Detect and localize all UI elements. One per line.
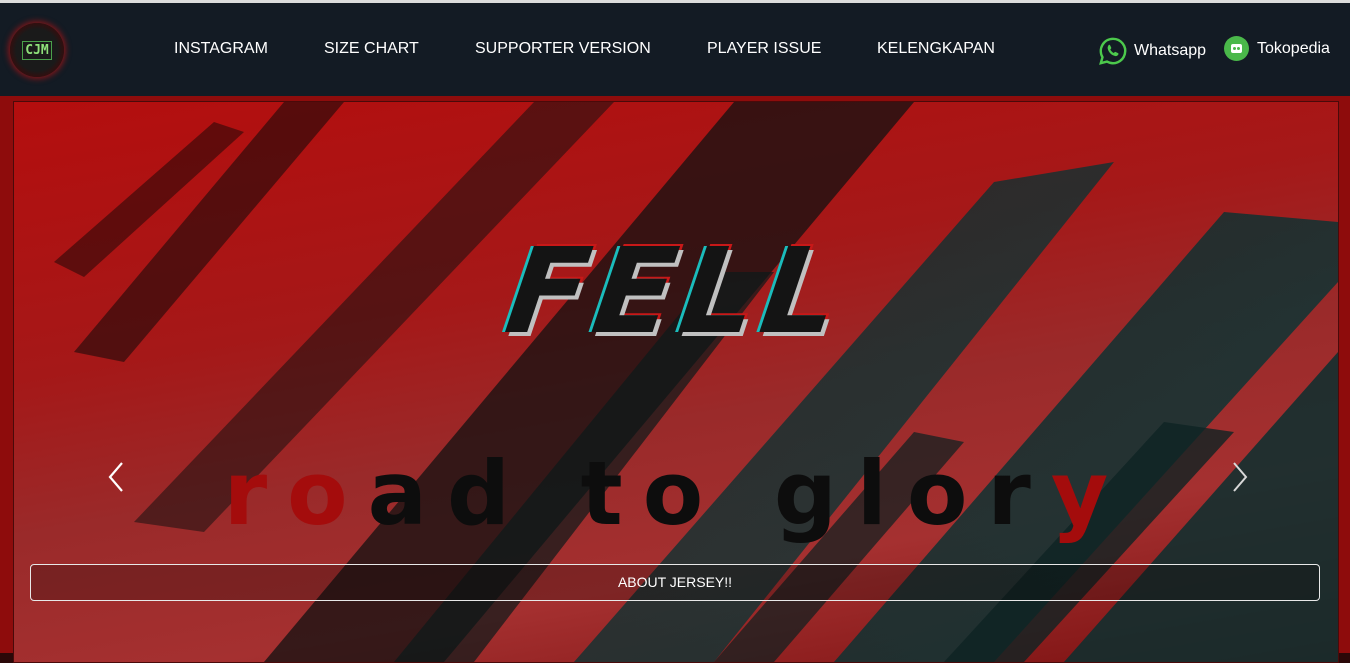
hero-subtitle: road to glory: [14, 442, 1338, 545]
tokopedia-link[interactable]: Tokopedia: [1224, 36, 1330, 61]
hero-subtitle-part-2: ad to glor: [367, 442, 1051, 545]
brand-logo[interactable]: CJM: [10, 23, 64, 77]
chevron-right-icon[interactable]: [1224, 457, 1254, 497]
nav-link-instagram[interactable]: INSTAGRAM: [174, 40, 268, 58]
hero-section: FELL road to glory ABOUT JERSEY!!: [0, 96, 1350, 663]
whatsapp-label: Whatsapp: [1134, 42, 1207, 59]
whatsapp-link[interactable]: Whatsapp: [1098, 36, 1206, 66]
nav-link-size-chart[interactable]: SIZE CHART: [324, 40, 419, 58]
hero-subtitle-part-1: ro: [223, 442, 368, 545]
chevron-left-icon[interactable]: [102, 457, 132, 497]
hero-carousel: FELL road to glory ABOUT JERSEY!!: [13, 101, 1339, 663]
nav-link-supporter-version[interactable]: SUPPORTER VERSION: [475, 40, 651, 58]
hero-title: FELL: [498, 222, 854, 360]
whatsapp-icon: [1099, 37, 1127, 65]
tokopedia-label: Tokopedia: [1257, 39, 1330, 57]
tokopedia-icon: [1224, 36, 1249, 61]
about-jersey-button[interactable]: ABOUT JERSEY!!: [30, 564, 1320, 601]
brand-logo-text: CJM: [22, 40, 52, 60]
hero-subtitle-part-3: y: [1050, 442, 1129, 545]
navbar: CJM INSTAGRAM SIZE CHART SUPPORTER VERSI…: [0, 3, 1350, 96]
nav-link-kelengkapan[interactable]: KELENGKAPAN: [877, 40, 995, 58]
nav-link-player-issue[interactable]: PLAYER ISSUE: [707, 40, 821, 58]
